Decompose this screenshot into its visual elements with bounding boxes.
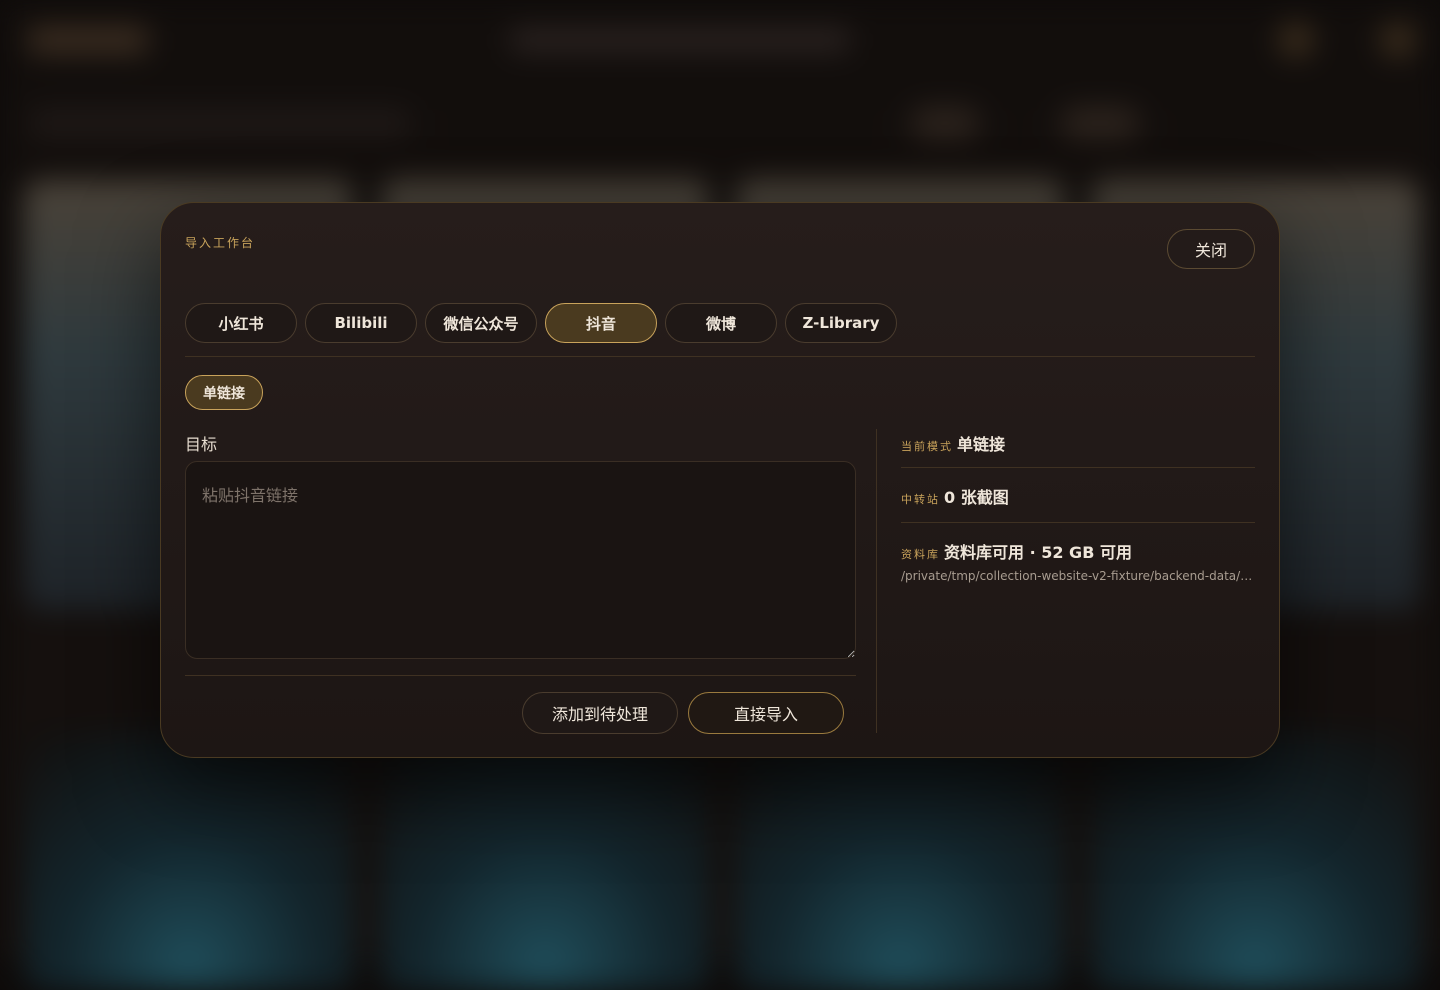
info-mode-key: 当前模式 (901, 440, 953, 453)
target-label: 目标 (185, 431, 217, 455)
info-relay-key: 中转站 (901, 493, 940, 506)
divider (185, 675, 856, 676)
background-toolbar (30, 108, 410, 138)
import-workbench-modal: 导入工作台 关闭 小红书 Bilibili 微信公众号 抖音 微博 Z-Libr… (160, 202, 1280, 758)
add-to-queue-button[interactable]: 添加到待处理 (522, 692, 678, 734)
divider (901, 467, 1255, 468)
vertical-divider (876, 429, 877, 733)
close-button[interactable]: 关闭 (1167, 229, 1255, 269)
background-card (24, 730, 354, 990)
background-card (735, 730, 1065, 990)
background-menu-icon (1380, 22, 1416, 58)
info-relay-value: 0 张截图 (944, 488, 1009, 507)
background-avatar (1278, 22, 1314, 58)
info-mode-value: 单链接 (957, 435, 1005, 454)
background-card (1090, 730, 1420, 990)
tab-wechat[interactable]: 微信公众号 (425, 303, 537, 343)
library-path: /private/tmp/collection-website-v2-fixtu… (901, 569, 1255, 583)
modal-eyebrow: 导入工作台 (185, 234, 255, 251)
info-library: 资料库资料库可用 · 52 GB 可用 /private/tmp/collect… (901, 539, 1255, 583)
background-pill (1060, 106, 1140, 140)
mode-chip-single-link[interactable]: 单链接 (185, 375, 263, 410)
divider (901, 522, 1255, 523)
tab-weibo[interactable]: 微博 (665, 303, 777, 343)
background-card (380, 730, 710, 990)
tab-douyin[interactable]: 抖音 (545, 303, 657, 343)
tab-bilibili[interactable]: Bilibili (305, 303, 417, 343)
background-nav (510, 28, 850, 52)
target-input[interactable] (185, 461, 856, 659)
info-relay: 中转站 0 张截图 (901, 484, 1255, 508)
background-logo (28, 26, 148, 54)
tab-zlibrary[interactable]: Z-Library (785, 303, 897, 343)
direct-import-button[interactable]: 直接导入 (688, 692, 844, 734)
tab-xiaohongshu[interactable]: 小红书 (185, 303, 297, 343)
background-pill (910, 106, 980, 140)
info-library-key: 资料库 (901, 548, 940, 561)
info-library-value: 资料库可用 · 52 GB 可用 (944, 543, 1132, 562)
source-tabs: 小红书 Bilibili 微信公众号 抖音 微博 Z-Library (185, 303, 897, 343)
divider (185, 356, 1255, 357)
info-mode: 当前模式单链接 (901, 431, 1255, 455)
